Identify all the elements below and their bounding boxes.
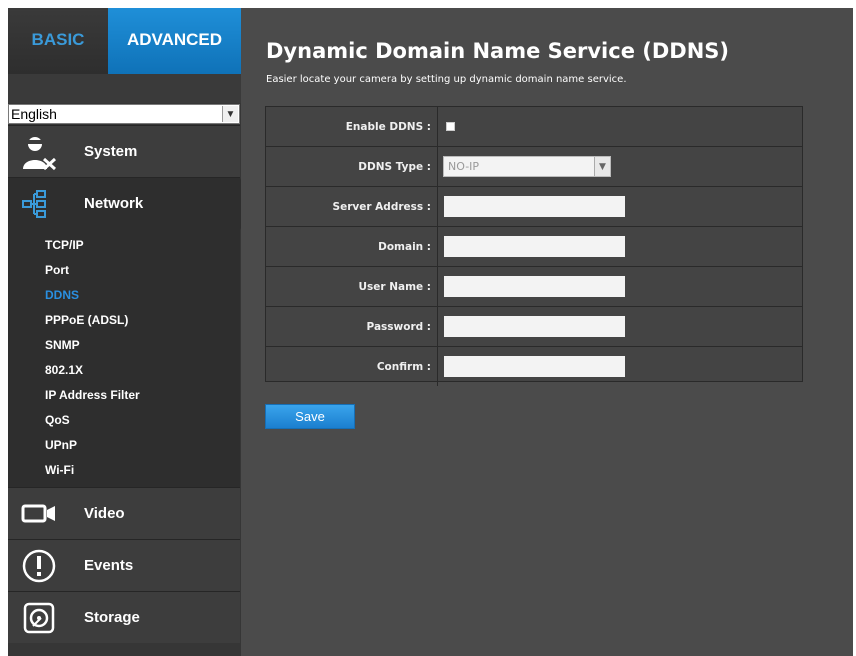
sidebar-spacer <box>8 74 241 103</box>
sidebar-item-network[interactable]: Network <box>8 177 252 230</box>
domain-label: Domain : <box>266 227 438 266</box>
sidebar: BASIC ADVANCED English ▼ System Network … <box>8 8 252 656</box>
submenu-item-qos[interactable]: QoS <box>45 413 70 427</box>
enable-ddns-label: Enable DDNS : <box>266 107 438 147</box>
server-address-input[interactable] <box>444 196 625 217</box>
language-select[interactable]: English ▼ <box>8 104 240 124</box>
chevron-down-icon[interactable]: ▼ <box>222 106 238 122</box>
ddns-form: Enable DDNS : DDNS Type : NO-IP ▼ Server… <box>265 106 803 386</box>
tab-advanced-label: ADVANCED <box>126 30 223 49</box>
domain-input[interactable] <box>444 236 625 257</box>
page-subtitle: Easier locate your camera by setting up … <box>266 74 627 85</box>
tab-advanced[interactable]: ADVANCED <box>108 8 241 74</box>
sidebar-item-video-label: Video <box>84 505 125 522</box>
confirm-password-input[interactable] <box>444 356 625 377</box>
sidebar-item-storage[interactable]: Storage <box>8 591 240 643</box>
ddns-type-label: DDNS Type : <box>266 147 438 186</box>
sidebar-item-storage-label: Storage <box>84 609 140 626</box>
domain-row: Domain : <box>266 226 802 266</box>
system-admin-icon <box>20 133 58 171</box>
submenu-item-pppoe[interactable]: PPPoE (ADSL) <box>45 313 128 327</box>
chevron-down-icon[interactable]: ▼ <box>594 157 610 176</box>
ddns-type-row: DDNS Type : NO-IP ▼ <box>266 146 802 186</box>
submenu-item-wifi[interactable]: Wi-Fi <box>45 463 74 477</box>
submenu-item-upnp[interactable]: UPnP <box>45 438 77 452</box>
submenu-item-8021x[interactable]: 802.1X <box>45 363 83 377</box>
language-value: English <box>11 106 57 122</box>
confirm-label: Confirm : <box>266 347 438 386</box>
server-address-row: Server Address : <box>266 186 802 226</box>
sidebar-item-events-label: Events <box>84 557 134 574</box>
submenu-item-snmp[interactable]: SNMP <box>45 338 80 352</box>
sidebar-item-video[interactable]: Video <box>8 487 240 539</box>
tab-basic[interactable]: BASIC <box>8 8 108 74</box>
submenu-item-ddns[interactable]: DDNS <box>45 288 79 302</box>
sidebar-item-system-label: System <box>84 143 138 160</box>
sidebar-item-system[interactable]: System <box>8 125 240 177</box>
sidebar-item-events[interactable]: Events <box>8 539 240 591</box>
enable-ddns-checkbox[interactable] <box>446 122 455 131</box>
server-address-label: Server Address : <box>266 187 438 226</box>
storage-disk-icon <box>20 599 58 637</box>
submenu-item-ip-filter[interactable]: IP Address Filter <box>45 388 140 402</box>
username-input[interactable] <box>444 276 625 297</box>
video-camera-icon <box>20 495 58 533</box>
submenu-item-tcpip[interactable]: TCP/IP <box>45 238 84 252</box>
enable-ddns-row: Enable DDNS : <box>266 107 802 147</box>
app-window: BASIC ADVANCED English ▼ System Network … <box>8 8 853 656</box>
username-row: User Name : <box>266 266 802 306</box>
ddns-type-select[interactable]: NO-IP ▼ <box>443 156 611 177</box>
page-title: Dynamic Domain Name Service (DDNS) <box>266 39 730 63</box>
username-label: User Name : <box>266 267 438 306</box>
alert-icon <box>20 547 58 585</box>
tab-basic-label: BASIC <box>31 30 85 49</box>
password-input[interactable] <box>444 316 625 337</box>
password-label: Password : <box>266 307 438 346</box>
ddns-type-value: NO-IP <box>448 160 480 173</box>
save-button[interactable]: Save <box>265 404 355 429</box>
network-icon <box>20 185 58 223</box>
sidebar-item-network-label: Network <box>84 195 144 212</box>
confirm-row: Confirm : <box>266 346 802 386</box>
main-content: Dynamic Domain Name Service (DDNS) Easie… <box>241 8 853 656</box>
network-submenu: TCP/IP Port DDNS PPPoE (ADSL) SNMP 802.1… <box>8 229 240 487</box>
password-row: Password : <box>266 306 802 346</box>
submenu-item-port[interactable]: Port <box>45 263 69 277</box>
